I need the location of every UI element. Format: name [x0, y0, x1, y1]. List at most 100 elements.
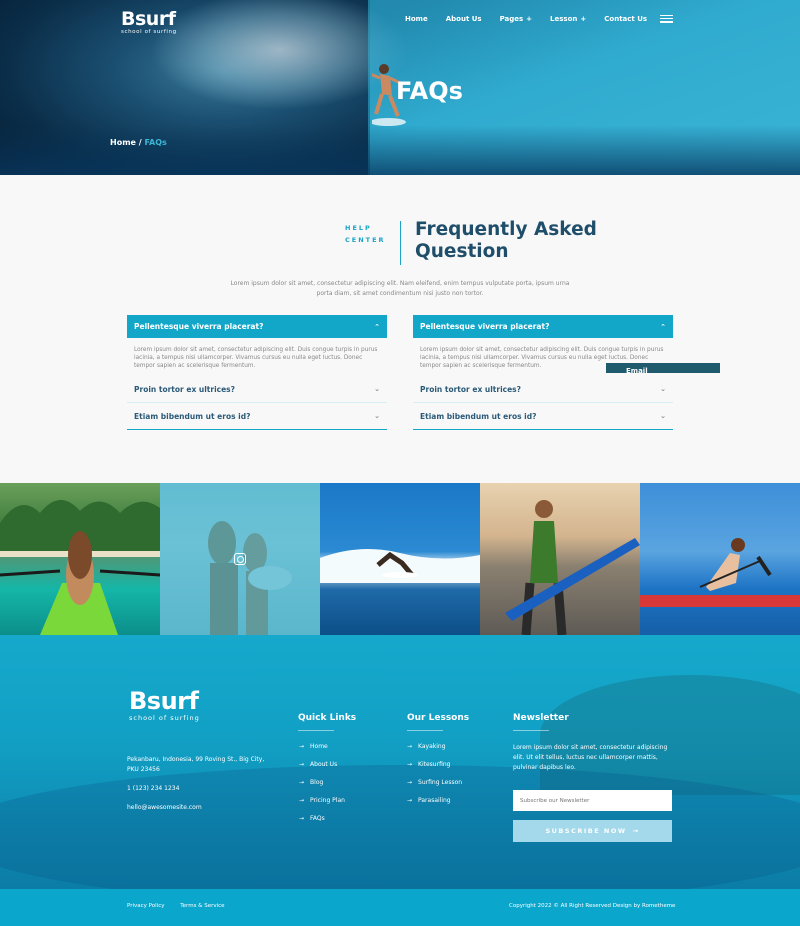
faq-question[interactable]: Etiam bibendum ut eros id? ⌄ — [127, 403, 387, 430]
hamburger-icon[interactable] — [660, 15, 673, 24]
nav-lesson[interactable]: Lesson + — [550, 15, 586, 23]
footer-link-label: Blog — [310, 779, 324, 786]
newsletter-heading: Newsletter — [513, 713, 569, 731]
footer-address: Pekanbaru, Indonesia, 99 Roving St., Big… — [127, 756, 265, 773]
plus-icon: + — [526, 15, 533, 23]
breadcrumb-home[interactable]: Home — [110, 138, 136, 147]
footer-link-pricing-plan[interactable]: → Pricing Plan — [299, 797, 345, 815]
footer-link-label: About Us — [310, 761, 338, 768]
gallery-image-couple[interactable] — [160, 483, 320, 635]
breadcrumb: Home / FAQs — [110, 138, 167, 147]
footer-link-label: FAQs — [310, 815, 325, 822]
arrow-right-icon: → — [299, 815, 305, 822]
main-nav: Home About Us Pages + Lesson + Contact Us — [405, 15, 665, 23]
terms-of-service-link[interactable]: Terms & Service — [180, 903, 224, 909]
faq-question[interactable]: Proin tortor ex ultrices? ⌄ — [127, 376, 387, 403]
footer-link-home[interactable]: → Home — [299, 743, 345, 761]
footer-brand-tagline: school of surfing — [129, 714, 200, 722]
arrow-right-icon: → — [407, 797, 413, 804]
chevron-up-icon: ⌃ — [660, 322, 666, 331]
email-floating-tab[interactable]: Email — [606, 363, 720, 373]
arrow-right-icon: → — [407, 761, 413, 768]
site-footer: Bsurf school of surfing Pekanbaru, Indon… — [0, 635, 800, 889]
kayak-scene — [0, 499, 160, 635]
paddleboard-scene — [640, 538, 800, 607]
arrow-right-icon: → — [407, 779, 413, 786]
faq-question-label: Pellentesque viverra placerat? — [420, 322, 550, 331]
footer-lesson-label: Surfing Lesson — [418, 779, 463, 786]
footer-lesson-label: Kitesurfing — [418, 761, 451, 768]
title-line-1: Frequently Asked — [415, 219, 597, 240]
nav-home[interactable]: Home — [405, 15, 428, 23]
section-title: Frequently Asked Question — [415, 219, 597, 263]
faq-section: HELP CENTER Frequently Asked Question Lo… — [0, 175, 800, 483]
footer-phone[interactable]: 1 (123) 234 1234 — [127, 784, 277, 794]
divider — [400, 221, 401, 265]
chevron-up-icon: ⌃ — [374, 322, 380, 331]
footer-link-label: Home — [310, 743, 328, 750]
faq-question-label: Proin tortor ex ultrices? — [134, 384, 236, 394]
footer-email[interactable]: hello@awesomesite.com — [127, 803, 277, 813]
footer-logo[interactable]: Bsurf school of surfing — [129, 687, 200, 722]
footer-bottom-bar: Privacy Policy Terms & Service Copyright… — [0, 889, 800, 926]
faq-question-label: Proin tortor ex ultrices? — [420, 384, 522, 394]
subscribe-button[interactable]: SUBSCRIBE NOW → — [513, 820, 672, 842]
quick-links-heading: Quick Links — [298, 713, 356, 731]
arrow-right-icon: → — [299, 761, 305, 768]
hero-sea — [0, 125, 800, 175]
footer-link-about-us[interactable]: → About Us — [299, 761, 345, 779]
title-line-2: Question — [415, 241, 509, 262]
footer-link-blog[interactable]: → Blog — [299, 779, 345, 797]
quick-links-list: → Home → About Us → Blog → Pricing Plan → FAQ… — [299, 743, 345, 833]
footer-lesson-surfing[interactable]: → Surfing Lesson — [407, 779, 462, 797]
arrow-right-icon: → — [407, 743, 413, 750]
plus-icon: + — [580, 15, 587, 23]
page-title: FAQs — [396, 77, 463, 105]
faq-question-label: Pellentesque viverra placerat? — [134, 322, 264, 331]
faq-answer: Lorem ipsum dolor sit amet, consectetur … — [134, 347, 378, 369]
our-lessons-list: → Kayaking → Kitesurfing → Surfing Lesson →… — [407, 743, 462, 815]
chevron-down-icon: ⌄ — [660, 412, 666, 420]
chevron-down-icon: ⌄ — [374, 412, 380, 420]
faq-question-open[interactable]: Pellentesque viverra placerat? ⌃ — [413, 315, 673, 338]
nav-pages[interactable]: Pages + — [500, 15, 532, 23]
newsletter-text: Lorem ipsum dolor sit amet, consectetur … — [513, 744, 668, 771]
hero-banner: Bsurf school of surfing Home About Us Pa… — [0, 0, 800, 175]
footer-link-faqs[interactable]: → FAQs — [299, 815, 345, 833]
nav-lesson-label: Lesson — [550, 15, 578, 23]
brand-tagline: school of surfing — [121, 29, 177, 35]
newsletter-email-input[interactable] — [513, 790, 672, 811]
section-eyebrow: HELP CENTER — [345, 222, 386, 246]
faq-question[interactable]: Etiam bibendum ut eros id? ⌄ — [413, 403, 673, 430]
arrow-right-icon: → — [299, 743, 305, 750]
footer-link-label: Pricing Plan — [310, 797, 345, 804]
subscribe-button-label: SUBSCRIBE NOW — [545, 827, 627, 835]
faq-question-open[interactable]: Pellentesque viverra placerat? ⌃ — [127, 315, 387, 338]
nav-about-us[interactable]: About Us — [446, 15, 482, 23]
our-lessons-heading: Our Lessons — [407, 713, 469, 731]
brand-logo[interactable]: Bsurf school of surfing — [121, 8, 177, 35]
eyebrow-line-2: CENTER — [345, 236, 386, 244]
chevron-down-icon: ⌄ — [374, 385, 380, 393]
gallery-image-paddleboard[interactable] — [640, 483, 800, 635]
arrow-right-icon: → — [299, 779, 305, 786]
surfer-scene — [320, 549, 480, 583]
gallery-image-woman-surfboard[interactable] — [480, 483, 640, 635]
footer-lesson-label: Kayaking — [418, 743, 446, 750]
nav-pages-label: Pages — [499, 15, 524, 23]
instagram-icon[interactable] — [234, 553, 246, 565]
instagram-gallery — [0, 483, 800, 635]
footer-lesson-kayaking[interactable]: → Kayaking — [407, 743, 462, 761]
woman-surfboard-scene — [505, 500, 640, 635]
copyright-text: Copyright 2022 © All Right Reserved Desi… — [509, 903, 676, 909]
nav-contact-us[interactable]: Contact Us — [604, 15, 647, 23]
eyebrow-line-1: HELP — [345, 224, 372, 232]
faq-question-label: Etiam bibendum ut eros id? — [420, 411, 537, 421]
faq-question[interactable]: Proin tortor ex ultrices? ⌄ — [413, 376, 673, 403]
footer-lesson-kitesurfing[interactable]: → Kitesurfing — [407, 761, 462, 779]
privacy-policy-link[interactable]: Privacy Policy — [127, 903, 164, 909]
legal-links: Privacy Policy Terms & Service — [127, 903, 239, 909]
gallery-image-kayak[interactable] — [0, 483, 160, 635]
gallery-image-surfer[interactable] — [320, 483, 480, 635]
footer-lesson-parasailing[interactable]: → Parasailing — [407, 797, 462, 815]
